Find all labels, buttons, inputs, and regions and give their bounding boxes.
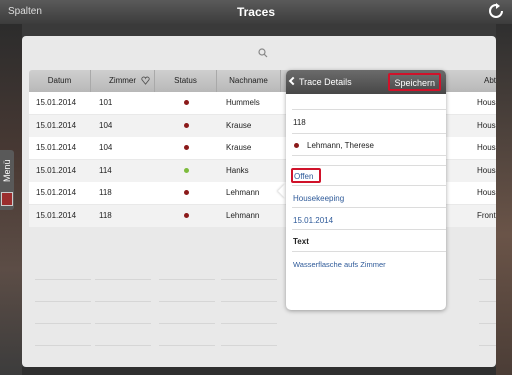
guest-name: Lehmann, Therese	[307, 141, 375, 150]
bottom-strip	[22, 367, 496, 375]
cell-datum: 15.01.2014	[36, 210, 77, 220]
text-value-field[interactable]: Wasserflasche aufs Zimmer	[286, 252, 446, 274]
status-dot	[184, 212, 189, 218]
cell-zimmer: 118	[99, 210, 112, 220]
cell-zimmer: 101	[99, 98, 113, 107]
cell-zimmer: 104	[99, 120, 113, 130]
cell-zimmer: 118	[99, 188, 112, 197]
save-button[interactable]: Speichern	[388, 73, 441, 91]
cell-nachname: Lehmann	[226, 210, 260, 220]
cell-datum: 15.01.2014	[36, 165, 77, 175]
spacer-row-2	[286, 156, 446, 166]
room-value: 118	[293, 118, 306, 127]
trace-details-popover: Trace Details Speichern 118 Lehmann, The…	[286, 70, 446, 310]
status-dot	[184, 190, 189, 195]
column-header-zimmer-label: Zimmer	[108, 76, 137, 85]
cell-abteilung: Front C	[477, 210, 496, 220]
background-right	[496, 24, 512, 375]
department-field[interactable]: Housekeeping	[286, 186, 446, 208]
department-value: Housekeeping	[293, 194, 345, 203]
side-menu-tab[interactable]: Menü	[0, 150, 14, 210]
top-bar: Spalten Traces	[0, 0, 512, 24]
refresh-icon[interactable]	[488, 3, 504, 19]
status-dot	[184, 100, 189, 105]
back-button-label: Trace Details	[299, 77, 352, 87]
column-header-nachname[interactable]: Nachname	[217, 70, 281, 92]
cell-abteilung: House	[477, 188, 496, 197]
spacer-row	[286, 94, 446, 110]
menu-label: Menü	[2, 159, 12, 183]
guest-field[interactable]: Lehmann, Therese	[286, 134, 446, 156]
date-value: 15.01.2014	[293, 216, 334, 225]
cell-nachname: Krause	[226, 143, 252, 152]
guest-status-dot	[294, 143, 299, 148]
column-header-zimmer[interactable]: Zimmer	[91, 70, 155, 92]
status-value: Offen	[294, 172, 314, 181]
cell-abteilung: House	[477, 143, 496, 152]
column-header-datum[interactable]: Datum	[29, 70, 91, 92]
date-field[interactable]: 15.01.2014	[286, 208, 446, 230]
text-heading-row: Text	[286, 230, 446, 252]
cell-abteilung: House	[477, 120, 496, 130]
cell-nachname: Hummels	[226, 98, 260, 107]
cell-datum: 15.01.2014	[36, 98, 77, 107]
column-header-status[interactable]: Status	[155, 70, 217, 92]
column-header-abteilung[interactable]: Abte	[474, 70, 496, 92]
filter-heart-icon[interactable]	[141, 76, 150, 85]
hotel-logo-icon	[1, 192, 13, 206]
cell-nachname: Hanks	[226, 165, 249, 175]
status-dot	[184, 145, 189, 150]
cell-zimmer: 104	[99, 143, 113, 152]
chevron-left-icon	[288, 76, 298, 86]
status-dot	[184, 122, 189, 128]
room-field[interactable]: 118	[286, 110, 446, 134]
text-heading: Text	[293, 237, 309, 246]
cell-abteilung: House	[477, 165, 496, 175]
page-title: Traces	[236, 5, 276, 19]
cell-nachname: Krause	[226, 120, 252, 130]
text-value: Wasserflasche aufs Zimmer	[293, 260, 386, 269]
status-dot	[184, 167, 189, 173]
back-button[interactable]: Trace Details	[288, 75, 352, 89]
cell-datum: 15.01.2014	[36, 120, 77, 130]
cell-abteilung: House	[477, 98, 496, 107]
search-icon[interactable]	[258, 48, 268, 58]
popover-header: Trace Details Speichern	[286, 70, 446, 94]
cell-datum: 15.01.2014	[36, 143, 77, 152]
cell-zimmer: 114	[99, 165, 112, 175]
cell-nachname: Lehmann	[226, 188, 260, 197]
status-field[interactable]: Offen	[286, 166, 446, 186]
cell-datum: 15.01.2014	[36, 188, 77, 197]
